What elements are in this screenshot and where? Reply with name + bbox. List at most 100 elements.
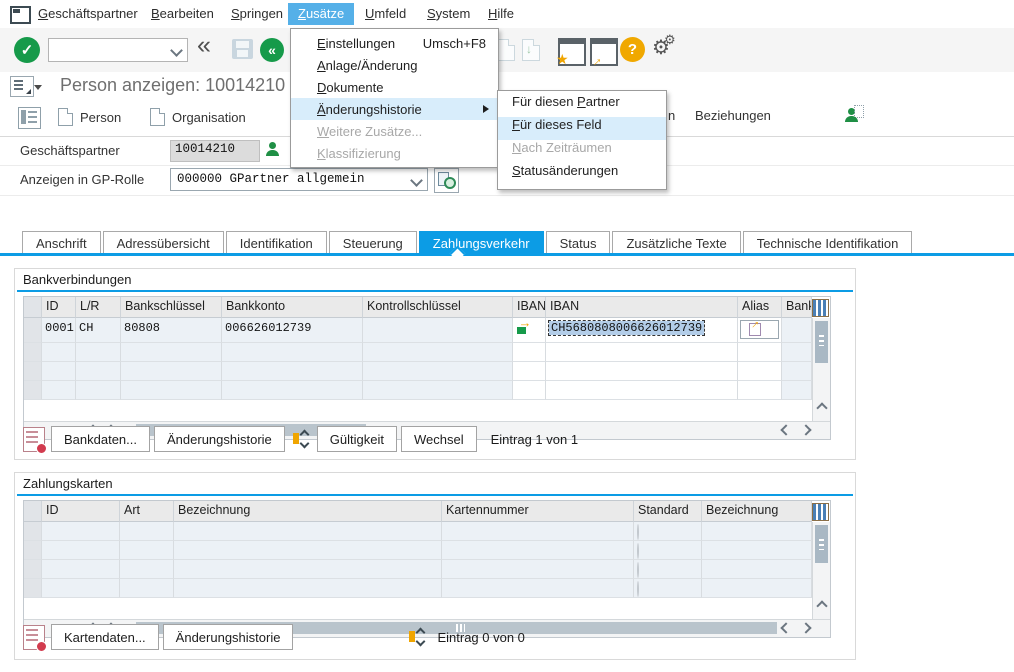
tab-anschrift[interactable]: Anschrift — [22, 231, 101, 254]
document-icon — [58, 108, 73, 126]
magnifier-icon — [444, 177, 456, 189]
col-bankschluessel: Bankschlüssel — [121, 297, 222, 318]
gui-services-icon[interactable] — [10, 76, 34, 97]
cards-aenderungshistorie-button[interactable]: Änderungshistorie — [163, 624, 294, 650]
business-partner-field[interactable]: 10014210 — [170, 140, 260, 162]
submenu-item-fuer-diesen-partner[interactable]: Für diesen Partner — [498, 94, 666, 117]
scroll-right-button[interactable] — [797, 422, 814, 438]
col-id: ID — [42, 297, 76, 318]
save-icon[interactable] — [232, 39, 253, 59]
bank-details-groupbox: Bankverbindungen ID L/R Bankschlüssel Ba… — [14, 268, 856, 460]
tab-technische-identifikation[interactable]: Technische Identifikation — [743, 231, 913, 254]
chevron-down-icon[interactable] — [410, 174, 423, 187]
wechsel-button[interactable]: Wechsel — [401, 426, 477, 452]
tab-zusaetzliche-texte[interactable]: Zusätzliche Texte — [612, 231, 740, 254]
tab-adressuebersicht[interactable]: Adressübersicht — [103, 231, 224, 254]
back-button[interactable]: « — [260, 38, 284, 62]
sap-gui-window: Geschäftspartner Bearbeiten Springen Zus… — [0, 0, 1014, 672]
submenu-item-fuer-dieses-feld[interactable]: Für dieses Feld — [498, 117, 666, 140]
locator-icon[interactable] — [18, 107, 41, 129]
standard-radio[interactable] — [637, 524, 639, 540]
create-person-button[interactable]: Person — [58, 108, 121, 126]
scroll-left-button[interactable] — [777, 422, 794, 438]
create-organisation-button[interactable]: Organisation — [150, 108, 246, 126]
bank-table-empty-row — [24, 381, 812, 400]
title-dropdown-icon[interactable] — [34, 85, 42, 90]
table-settings-icon[interactable] — [812, 299, 829, 317]
bank-aenderungshistorie-button[interactable]: Änderungshistorie — [154, 426, 285, 452]
standard-radio[interactable] — [637, 543, 639, 559]
menu-bearbeiten[interactable]: Bearbeiten — [141, 3, 224, 25]
question-icon: ? — [628, 41, 637, 58]
customize-layout-icon[interactable]: ⚙⚙ — [652, 35, 670, 60]
col-id: ID — [42, 501, 120, 522]
gear-small-icon: ⚙ — [664, 32, 676, 48]
alias-create-button[interactable]: → — [740, 320, 779, 339]
print-icon[interactable] — [497, 39, 515, 61]
section-accent-rule — [17, 290, 853, 292]
standard-radio[interactable] — [637, 581, 639, 597]
col-lr: L/R — [76, 297, 121, 318]
arrow-icon: → — [586, 51, 606, 71]
shortcut-label: Umsch+F8 — [405, 36, 486, 51]
check-icon: ✓ — [21, 41, 34, 59]
col-kontrollschluessel: Kontrollschlüssel — [363, 297, 513, 318]
new-session-icon[interactable]: → — [590, 38, 618, 66]
menu-item-aenderungshistorie[interactable]: Änderungshistorie — [291, 98, 498, 120]
delete-card-row-icon[interactable] — [23, 625, 45, 650]
tab-zahlungsverkehr[interactable]: Zahlungsverkehr — [419, 231, 544, 254]
col-art: Art — [120, 501, 174, 522]
menu-hilfe[interactable]: Hilfe — [478, 3, 524, 25]
iban-value-selected[interactable]: CH5680808006626012739 — [549, 321, 704, 335]
menu-item-anlage-aenderung[interactable]: Anlage/Änderung — [291, 54, 498, 76]
kartendaten-button[interactable]: Kartendaten... — [51, 624, 159, 650]
move-entry-icon[interactable] — [407, 626, 427, 648]
relations-button[interactable]: Beziehungen — [695, 108, 771, 123]
tab-steuerung[interactable]: Steuerung — [329, 231, 417, 254]
menu-zusaetze[interactable]: Zusätze — [288, 3, 354, 25]
chevron-left-icon — [780, 424, 791, 435]
scroll-left-button[interactable] — [777, 620, 794, 636]
chevron-down-icon[interactable] — [170, 44, 183, 57]
chevron-right-icon — [800, 622, 811, 633]
display-change-switch-button[interactable] — [845, 108, 858, 122]
tab-status[interactable]: Status — [546, 231, 611, 254]
menu-umfeld[interactable]: Umfeld — [355, 3, 416, 25]
standard-radio[interactable] — [637, 562, 639, 578]
scrollbar-thumb[interactable] — [815, 525, 828, 563]
aenderungshistorie-submenu: Für diesen Partner Für dieses Feld Nach … — [497, 90, 667, 190]
relations-button-label: Beziehungen — [695, 108, 771, 123]
chevron-right-icon — [800, 424, 811, 435]
download-icon[interactable]: ↓ — [522, 39, 540, 61]
role-select[interactable]: 000000 GPartner allgemein — [170, 168, 428, 191]
help-button[interactable]: ? — [620, 37, 645, 62]
chevron-up-icon — [816, 600, 827, 611]
row-selector[interactable] — [24, 318, 42, 343]
menu-system[interactable]: System — [417, 3, 480, 25]
scrollbar-thumb[interactable] — [815, 321, 828, 363]
scroll-right-button[interactable] — [797, 620, 814, 636]
gueltigkeit-button[interactable]: Gültigkeit — [317, 426, 397, 452]
menu-geschaeftspartner[interactable]: Geschäftspartner — [28, 3, 148, 25]
menu-item-einstellungen[interactable]: Einstellungen Umsch+F8 — [291, 32, 498, 54]
scroll-up-button[interactable] — [813, 398, 830, 417]
chevron-left-icon — [780, 622, 791, 633]
table-settings-icon[interactable] — [812, 503, 829, 521]
role-check-button[interactable] — [434, 168, 459, 193]
bankdaten-button[interactable]: Bankdaten... — [51, 426, 150, 452]
partially-covered-button-label[interactable]: n — [668, 108, 675, 123]
delete-bank-row-icon[interactable] — [23, 427, 45, 452]
scroll-up-button[interactable] — [813, 596, 830, 615]
bank-section-title: Bankverbindungen — [23, 272, 131, 287]
command-field[interactable] — [48, 38, 188, 62]
cards-table-empty-row — [24, 522, 812, 541]
move-entry-icon[interactable] — [291, 428, 311, 450]
submenu-item-statusaenderungen[interactable]: Statusänderungen — [498, 163, 666, 186]
role-select-value: 000000 GPartner allgemein — [177, 172, 365, 186]
collapse-command-icon[interactable]: « — [197, 31, 211, 60]
menu-springen[interactable]: Springen — [221, 3, 293, 25]
menu-item-dokumente[interactable]: Dokumente — [291, 76, 498, 98]
tab-identifikation[interactable]: Identifikation — [226, 231, 327, 254]
favorites-window-icon[interactable]: ★ — [558, 38, 586, 66]
enter-button[interactable]: ✓ — [14, 37, 40, 63]
